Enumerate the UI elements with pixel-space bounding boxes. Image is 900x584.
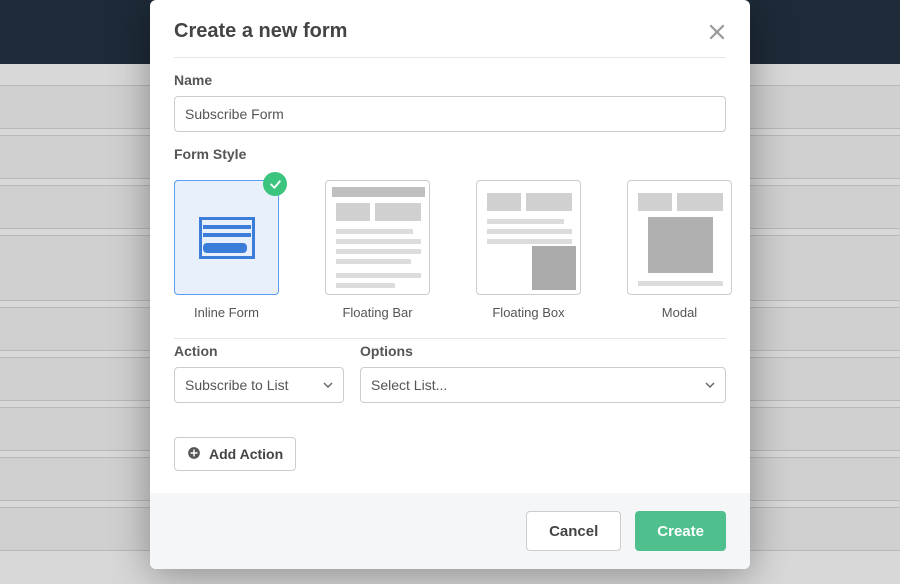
style-label: Floating Box [476, 305, 581, 320]
add-action-label: Add Action [209, 446, 283, 462]
create-label: Create [657, 523, 704, 540]
inline-form-icon [199, 217, 255, 259]
options-select-value: Select List... [371, 377, 447, 393]
close-button[interactable] [708, 23, 726, 41]
modal-icon [634, 187, 727, 290]
style-option-floating-bar[interactable]: Floating Bar [325, 180, 430, 320]
name-label: Name [174, 72, 726, 88]
modal-title: Create a new form [174, 20, 347, 43]
close-icon [708, 23, 726, 41]
cancel-label: Cancel [549, 523, 598, 540]
style-option-inline[interactable]: Inline Form [174, 180, 279, 320]
add-action-button[interactable]: Add Action [174, 437, 296, 471]
floating-box-icon [483, 187, 576, 290]
create-button[interactable]: Create [635, 511, 726, 551]
action-select[interactable]: Subscribe to List [174, 367, 344, 403]
cancel-button[interactable]: Cancel [526, 511, 621, 551]
style-label: Inline Form [174, 305, 279, 320]
check-icon [263, 172, 287, 196]
options-select[interactable]: Select List... [360, 367, 726, 403]
caret-down-icon [705, 377, 715, 393]
create-form-modal: Create a new form Name Form Style [150, 0, 750, 569]
options-label: Options [360, 343, 726, 359]
style-option-modal[interactable]: Modal [627, 180, 732, 320]
style-option-floating-box[interactable]: Floating Box [476, 180, 581, 320]
style-label: Modal [627, 305, 732, 320]
form-style-label: Form Style [174, 146, 726, 162]
action-select-value: Subscribe to List [185, 377, 289, 393]
name-input[interactable] [174, 96, 726, 132]
floating-bar-icon [332, 187, 425, 290]
action-label: Action [174, 343, 344, 359]
plus-circle-icon [187, 446, 201, 463]
caret-down-icon [323, 377, 333, 393]
style-label: Floating Bar [325, 305, 430, 320]
